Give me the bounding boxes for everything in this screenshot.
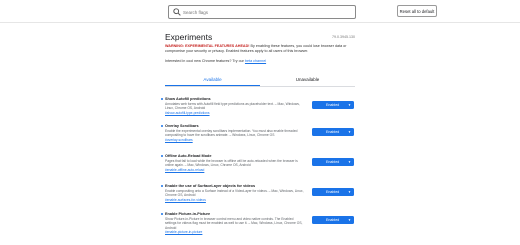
experiment-select[interactable]: Enabled ▼	[312, 216, 354, 224]
chevron-down-icon: ▼	[348, 160, 351, 164]
experiment-description: Pages that fail to load while the browse…	[165, 159, 298, 168]
experiment-select[interactable]: Enabled ▼	[312, 158, 354, 166]
experiment-bullet	[161, 125, 163, 127]
warning-label: WARNING: EXPERIMENTAL FEATURES AHEAD!	[165, 44, 250, 48]
experiment-anchor-link[interactable]: #enable-surfaces-for-videos	[165, 198, 206, 202]
experiment-bullet	[161, 155, 163, 157]
tab-unavailable[interactable]: Unavailable	[260, 74, 355, 85]
experiment-name: Enable the use of SurfaceLayer objects f…	[165, 184, 256, 188]
chevron-down-icon: ▼	[348, 130, 351, 134]
chevron-down-icon: ▼	[348, 103, 351, 107]
tab-bar: Available Unavailable	[165, 74, 355, 87]
beta-promo: Interested in cool new Chrome features? …	[165, 59, 266, 63]
experiment-name: Offline Auto-Reload Mode	[165, 154, 212, 158]
experiment-description: Annotates web forms with Autofill field …	[165, 102, 300, 111]
beta-channel-link[interactable]: beta channel	[245, 59, 266, 63]
experiment-select[interactable]: Enabled ▼	[312, 128, 354, 136]
experiment-description: Show Picture-in-Picture in browser contr…	[165, 217, 303, 230]
experiment-anchor-link[interactable]: #enable-offline-auto-reload	[165, 168, 204, 172]
experiment-name: Enable Picture-in-Picture	[165, 212, 211, 216]
experiment-description: Enable the experimental overlay scrollba…	[165, 129, 298, 138]
select-value: Enabled	[326, 218, 340, 222]
select-value: Enabled	[326, 190, 340, 194]
experiment-item: Offline Auto-Reload Mode Pages that fail…	[161, 154, 355, 176]
experiment-item: Show Autofill predictions Annotates web …	[161, 97, 355, 119]
chevron-down-icon: ▼	[348, 218, 351, 222]
experiment-bullet	[161, 98, 163, 100]
select-value: Enabled	[326, 130, 340, 134]
search-box[interactable]	[168, 5, 356, 19]
top-bar: Reset all to default	[0, 0, 520, 23]
experiment-bullet	[161, 185, 163, 187]
experiment-item: Enable Picture-in-Picture Show Picture-i…	[161, 212, 355, 234]
chevron-down-icon: ▼	[348, 190, 351, 194]
experiment-anchor-link[interactable]: #overlay-scrollbars	[165, 138, 193, 142]
experiment-bullet	[161, 213, 163, 215]
experiment-anchor-link[interactable]: #show-autofill-type-predictions	[165, 111, 210, 115]
experiment-item: Enable the use of SurfaceLayer objects f…	[161, 184, 355, 206]
tab-available[interactable]: Available	[165, 74, 260, 86]
experiment-select[interactable]: Enabled ▼	[312, 188, 354, 196]
select-value: Enabled	[326, 103, 340, 107]
search-input[interactable]	[183, 6, 351, 18]
select-value: Enabled	[326, 160, 340, 164]
page-title: Experiments	[165, 32, 213, 42]
experiment-item: Overlay Scrollbars Enable the experiment…	[161, 124, 355, 146]
version-label: 79.0.3945.130	[332, 35, 355, 39]
experiment-name: Show Autofill predictions	[165, 97, 211, 101]
warning-text: WARNING: EXPERIMENTAL FEATURES AHEAD! By…	[165, 44, 353, 54]
experiment-description: Enable compositing onto a Surface instea…	[165, 189, 304, 198]
tab-divider	[165, 86, 355, 87]
search-icon	[173, 8, 181, 16]
experiment-select[interactable]: Enabled ▼	[312, 101, 354, 109]
beta-promo-text: Interested in cool new Chrome features? …	[165, 59, 244, 63]
experiment-anchor-link[interactable]: #enable-picture-in-picture	[165, 230, 202, 234]
experiment-name: Overlay Scrollbars	[165, 124, 199, 128]
reset-all-button[interactable]: Reset all to default	[397, 5, 437, 17]
